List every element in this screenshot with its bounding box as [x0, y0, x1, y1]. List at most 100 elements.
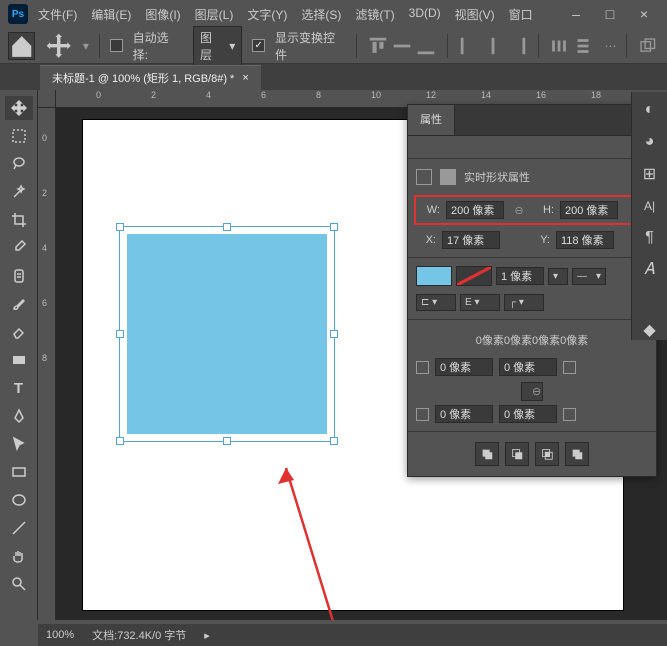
stroke-width-input[interactable]: [496, 267, 544, 285]
glyph-panel-icon[interactable]: 𝐴: [640, 260, 660, 280]
properties-panel[interactable]: 属性 × ≡ 实时形状属性 W: ⊖ H:: [407, 104, 657, 477]
rectangle-shape[interactable]: [127, 234, 327, 434]
menu-select[interactable]: 选择(S): [301, 6, 341, 23]
radius-tr-icon[interactable]: [563, 361, 576, 374]
handle-top-mid[interactable]: [223, 223, 231, 231]
radius-bl-input[interactable]: [435, 405, 493, 423]
document-tab-bar: 未标题-1 @ 100% (矩形 1, RGB/8#) * ×: [0, 64, 667, 90]
handle-mid-left[interactable]: [116, 330, 124, 338]
stroke-corners-dd[interactable]: ┌ ▾: [504, 294, 544, 311]
show-transform-checkbox[interactable]: [252, 39, 265, 52]
document-tab[interactable]: 未标题-1 @ 100% (矩形 1, RGB/8#) * ×: [40, 65, 261, 90]
handle-top-right[interactable]: [330, 223, 338, 231]
radius-bl-icon[interactable]: [416, 408, 429, 421]
stroke-style-dd[interactable]: —▾: [572, 268, 606, 285]
doc-info[interactable]: 文档:732.4K/0 字节: [92, 627, 186, 643]
bounding-box-icon: [416, 169, 432, 185]
menu-view[interactable]: 视图(V): [455, 6, 495, 23]
dropdown-arrow-icon[interactable]: ▾: [83, 39, 89, 53]
link-wh-icon[interactable]: ⊖: [510, 204, 528, 217]
tab-title: 未标题-1 @ 100% (矩形 1, RGB/8#) *: [52, 70, 234, 86]
menu-image[interactable]: 图像(I): [145, 6, 180, 23]
menu-window[interactable]: 窗口: [509, 6, 533, 23]
crop-tool[interactable]: [5, 208, 33, 232]
color-panel-icon[interactable]: ◐: [640, 100, 660, 120]
distribute-h-icon[interactable]: [548, 35, 570, 57]
y-input[interactable]: [556, 231, 614, 249]
brush-tool[interactable]: [5, 292, 33, 316]
maximize-button[interactable]: □: [595, 4, 625, 24]
handle-bot-mid[interactable]: [223, 437, 231, 445]
align-bottom-icon[interactable]: [415, 35, 437, 57]
type-tool[interactable]: T: [5, 376, 33, 400]
move-tool[interactable]: [5, 96, 33, 120]
width-input[interactable]: [446, 201, 504, 219]
link-radius-icon[interactable]: ⊖: [521, 382, 543, 401]
handle-mid-right[interactable]: [330, 330, 338, 338]
stroke-width-dd[interactable]: ▾: [548, 268, 568, 285]
zoom-level[interactable]: 100%: [46, 629, 74, 641]
rectangle-tool[interactable]: [5, 460, 33, 484]
paragraph-panel-icon[interactable]: ¶: [640, 228, 660, 248]
healing-tool[interactable]: [5, 264, 33, 288]
magic-wand-tool[interactable]: [5, 180, 33, 204]
height-input[interactable]: [560, 201, 618, 219]
align-top-icon[interactable]: [367, 35, 389, 57]
auto-select-checkbox[interactable]: [110, 39, 123, 52]
swatches2-panel-icon[interactable]: ⊞: [640, 164, 660, 184]
radius-tr-input[interactable]: [499, 358, 557, 376]
menu-type[interactable]: 文字(Y): [247, 6, 287, 23]
handle-top-left[interactable]: [116, 223, 124, 231]
3d-mode-icon[interactable]: [637, 35, 659, 57]
properties-tab[interactable]: 属性: [408, 105, 455, 135]
radius-tl-icon[interactable]: [416, 361, 429, 374]
line-tool[interactable]: [5, 516, 33, 540]
pen-tool[interactable]: [5, 404, 33, 428]
close-button[interactable]: ×: [629, 4, 659, 24]
menu-filter[interactable]: 滤镜(T): [355, 6, 394, 23]
unite-icon[interactable]: [475, 442, 499, 466]
character-panel-icon[interactable]: A|: [640, 196, 660, 216]
align-vcenter-icon[interactable]: [391, 35, 413, 57]
subtract-icon[interactable]: [505, 442, 529, 466]
radius-tl-input[interactable]: [435, 358, 493, 376]
more-options-icon[interactable]: ⋯: [604, 39, 616, 53]
align-left-icon[interactable]: [458, 35, 480, 57]
layers-panel-icon[interactable]: ◆: [640, 320, 660, 340]
tab-close-icon[interactable]: ×: [242, 72, 248, 84]
eyedropper-tool[interactable]: [5, 236, 33, 260]
stroke-align-dd[interactable]: ⊏ ▾: [416, 294, 456, 311]
handle-bot-right[interactable]: [330, 437, 338, 445]
ruler-vertical: 0 2 4 6 8: [38, 108, 56, 620]
radius-br-icon[interactable]: [563, 408, 576, 421]
eraser-tool[interactable]: [5, 320, 33, 344]
minimize-button[interactable]: ‒: [561, 4, 591, 24]
fill-color-swatch[interactable]: [416, 266, 452, 286]
home-button[interactable]: [8, 32, 35, 60]
status-arrow-icon[interactable]: ▸: [204, 629, 210, 642]
align-hcenter-icon[interactable]: [482, 35, 504, 57]
menu-file[interactable]: 文件(F): [38, 6, 77, 23]
lasso-tool[interactable]: [5, 152, 33, 176]
distribute-v-icon[interactable]: [572, 35, 594, 57]
menu-3d[interactable]: 3D(D): [409, 6, 441, 23]
gradient-tool[interactable]: [5, 348, 33, 372]
x-input[interactable]: [442, 231, 500, 249]
radius-br-input[interactable]: [499, 405, 557, 423]
menu-edit[interactable]: 编辑(E): [91, 6, 131, 23]
zoom-tool[interactable]: [5, 572, 33, 596]
swatches-panel-icon[interactable]: ◕: [640, 132, 660, 152]
stroke-none-swatch[interactable]: [456, 266, 492, 286]
exclude-icon[interactable]: [565, 442, 589, 466]
hand-tool[interactable]: [5, 544, 33, 568]
align-right-icon[interactable]: [506, 35, 528, 57]
marquee-tool[interactable]: [5, 124, 33, 148]
intersect-icon[interactable]: [535, 442, 559, 466]
canvas-area[interactable]: 0 2 4 6 8 10 12 14 16 18 0 2 4 6 8: [38, 90, 667, 620]
handle-bot-left[interactable]: [116, 437, 124, 445]
layer-dropdown[interactable]: 图层▾: [193, 26, 242, 66]
ellipse-tool[interactable]: [5, 488, 33, 512]
path-select-tool[interactable]: [5, 432, 33, 456]
menu-layer[interactable]: 图层(L): [195, 6, 234, 23]
stroke-caps-dd[interactable]: E ▾: [460, 294, 500, 311]
